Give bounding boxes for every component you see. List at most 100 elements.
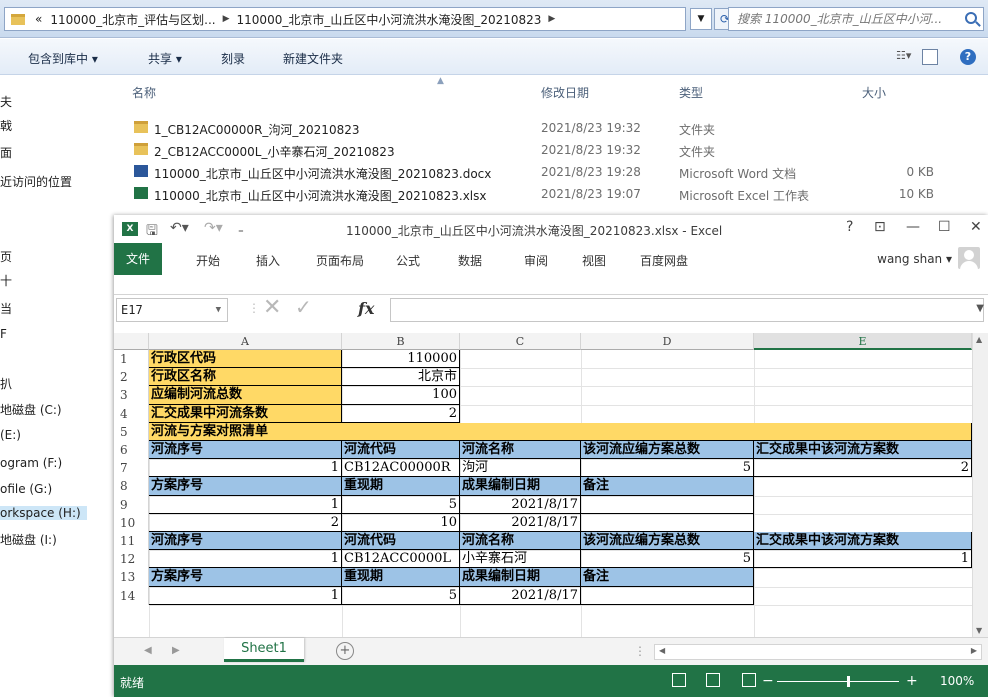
maximize-button[interactable]: ☐ — [938, 219, 951, 235]
row-header[interactable]: 5 — [114, 422, 149, 441]
cell-col-b-row9[interactable]: 5 — [342, 495, 460, 514]
breadcrumb-parent[interactable]: 110000_北京市_评估与区划... — [50, 11, 215, 28]
file-row[interactable]: 1_CB12AC00000R_泃河_20210823 2021/8/23 19:… — [114, 117, 988, 139]
cell-col-b-row8[interactable]: 重现期 — [342, 477, 460, 496]
cell-col-a-row3[interactable]: 应编制河流总数 — [149, 386, 342, 405]
cell-col-d-row11[interactable]: 该河流应编方案总数 — [581, 532, 754, 551]
nav-item[interactable]: 当 — [0, 300, 12, 317]
page-break-preview-icon[interactable] — [742, 673, 756, 687]
cell-col-c-row9[interactable]: 2021/8/17 — [460, 495, 581, 514]
cell-col-e-row11[interactable]: 汇交成果中该河流方案数 — [754, 532, 972, 551]
share-button[interactable]: 共享 ▾ — [148, 50, 182, 67]
file-row[interactable]: 110000_北京市_山丘区中小河流洪水淹没图_20210823.docx 20… — [114, 161, 988, 183]
tab-file[interactable]: 文件 — [114, 243, 162, 275]
cell-col-b-row7[interactable]: CB12AC00000R — [342, 459, 460, 478]
tab-home[interactable]: 开始 — [196, 252, 220, 269]
column-header-e[interactable]: E — [754, 333, 972, 350]
close-button[interactable]: ✕ — [970, 219, 982, 235]
nav-item[interactable]: 十 — [0, 272, 12, 289]
column-header-size[interactable]: 大小 — [862, 84, 886, 101]
address-bar[interactable]: « 110000_北京市_评估与区划... ▶ 110000_北京市_山丘区中小… — [4, 7, 686, 31]
cell-col-a-row9[interactable]: 1 — [149, 495, 342, 514]
row-header[interactable]: 13 — [114, 568, 149, 587]
file-row[interactable]: 2_CB12ACC0000L_小辛寨石河_20210823 2021/8/23 … — [114, 139, 988, 161]
vertical-scrollbar[interactable]: ▲ ▼ — [972, 333, 988, 637]
chevron-down-icon[interactable]: ▼ — [216, 299, 221, 321]
zoom-in-icon[interactable]: + — [906, 673, 918, 689]
column-header-a[interactable]: A — [149, 333, 342, 350]
ribbon-display-button[interactable]: ⊡ — [874, 219, 886, 235]
formula-input[interactable] — [390, 298, 984, 322]
cell-col-e-row6[interactable]: 汇交成果中该河流方案数 — [754, 441, 972, 460]
cell-merged-title[interactable]: 河流与方案对照清单 — [149, 422, 972, 441]
enter-icon[interactable]: ✓ — [295, 295, 312, 319]
save-icon[interactable]: 🖫 — [146, 220, 158, 244]
column-header-date[interactable]: 修改日期 — [541, 84, 589, 101]
cell-col-b-row6[interactable]: 河流代码 — [342, 441, 460, 460]
row-header[interactable]: 1 — [114, 350, 149, 369]
nav-item[interactable]: 夫 — [0, 93, 12, 110]
cell-col-a-row6[interactable]: 河流序号 — [149, 441, 342, 460]
preview-pane-icon[interactable] — [922, 49, 938, 65]
cell-col-d-row9[interactable] — [581, 495, 754, 514]
normal-view-icon[interactable] — [672, 673, 686, 687]
view-options-icon[interactable]: ☷▾ — [896, 49, 912, 65]
splitter-icon[interactable]: ⋮ — [634, 644, 646, 658]
cell-col-a-row14[interactable]: 1 — [149, 586, 342, 605]
redo-icon[interactable]: ↷▾ — [204, 220, 223, 236]
cell-col-d-row7[interactable]: 5 — [581, 459, 754, 478]
insert-function-icon[interactable]: fx — [358, 299, 374, 318]
sheet-tab[interactable]: Sheet1 — [224, 638, 304, 662]
cell-col-d-row14[interactable] — [581, 586, 754, 605]
column-header-name[interactable]: 名称 — [132, 84, 156, 101]
cell-col-a-row4[interactable]: 汇交成果中河流条数 — [149, 404, 342, 423]
tab-review[interactable]: 审阅 — [524, 252, 548, 269]
cell-col-b-row3[interactable]: 100 — [342, 386, 460, 405]
zoom-slider-handle[interactable] — [847, 676, 850, 687]
search-input[interactable] — [737, 12, 957, 26]
row-header[interactable]: 10 — [114, 513, 149, 532]
nav-item[interactable]: 扒 — [0, 375, 12, 392]
tab-view[interactable]: 视图 — [582, 252, 606, 269]
cell-col-d-row10[interactable] — [581, 513, 754, 532]
row-header[interactable]: 12 — [114, 550, 149, 569]
row-header[interactable]: 7 — [114, 459, 149, 478]
cell-col-c-row14[interactable]: 2021/8/17 — [460, 586, 581, 605]
zoom-out-icon[interactable]: − — [762, 673, 774, 689]
scroll-left-icon[interactable]: ◀ — [659, 646, 665, 655]
row-header[interactable]: 14 — [114, 586, 149, 605]
cell-col-b-row14[interactable]: 5 — [342, 586, 460, 605]
sheet-next-icon[interactable]: ▶ — [172, 645, 180, 656]
row-header[interactable]: 4 — [114, 404, 149, 423]
search-icon[interactable] — [965, 12, 977, 24]
tab-insert[interactable]: 插入 — [256, 252, 280, 269]
cell-col-b-row1[interactable]: 110000 — [342, 350, 460, 369]
cell-col-b-row12[interactable]: CB12ACC0000L — [342, 550, 460, 569]
spreadsheet-grid[interactable]: A B C D E 1 行政区代码 110000 2 行政区名称 北京市 3 应编制河流总数 100 4 汇交… — [114, 333, 988, 637]
scroll-up-icon[interactable]: ▲ — [976, 335, 982, 344]
add-sheet-button[interactable]: + — [336, 642, 354, 660]
cell-col-d-row8[interactable]: 备注 — [581, 477, 754, 496]
help-icon[interactable]: ? — [960, 49, 976, 65]
nav-item-drive-h[interactable]: orkspace (H:) — [0, 506, 87, 520]
cell-col-b-row13[interactable]: 重现期 — [342, 568, 460, 587]
burn-button[interactable]: 刻录 — [221, 50, 245, 67]
row-header[interactable]: 9 — [114, 495, 149, 514]
cell-col-b-row11[interactable]: 河流代码 — [342, 532, 460, 551]
cell-col-d-row13[interactable]: 备注 — [581, 568, 754, 587]
cell-col-a-row10[interactable]: 2 — [149, 513, 342, 532]
row-header[interactable]: 3 — [114, 386, 149, 405]
nav-item-drive-e[interactable]: (E:) — [0, 428, 21, 442]
avatar[interactable] — [958, 247, 980, 269]
cell-col-e-row12[interactable]: 1 — [754, 550, 972, 569]
cell-col-a-row7[interactable]: 1 — [149, 459, 342, 478]
nav-item-drive-i[interactable]: 地磁盘 (I:) — [0, 531, 57, 548]
tab-formulas[interactable]: 公式 — [396, 252, 420, 269]
breadcrumb-current[interactable]: 110000_北京市_山丘区中小河流洪水淹没图_20210823 — [237, 11, 542, 28]
cell-col-d-row6[interactable]: 该河流应编方案总数 — [581, 441, 754, 460]
undo-icon[interactable]: ↶▾ — [170, 220, 189, 236]
tab-data[interactable]: 数据 — [458, 252, 482, 269]
chevron-right-icon[interactable]: ▶ — [548, 14, 555, 24]
cell-col-b-row2[interactable]: 北京市 — [342, 368, 460, 387]
cell-col-c-row10[interactable]: 2021/8/17 — [460, 513, 581, 532]
